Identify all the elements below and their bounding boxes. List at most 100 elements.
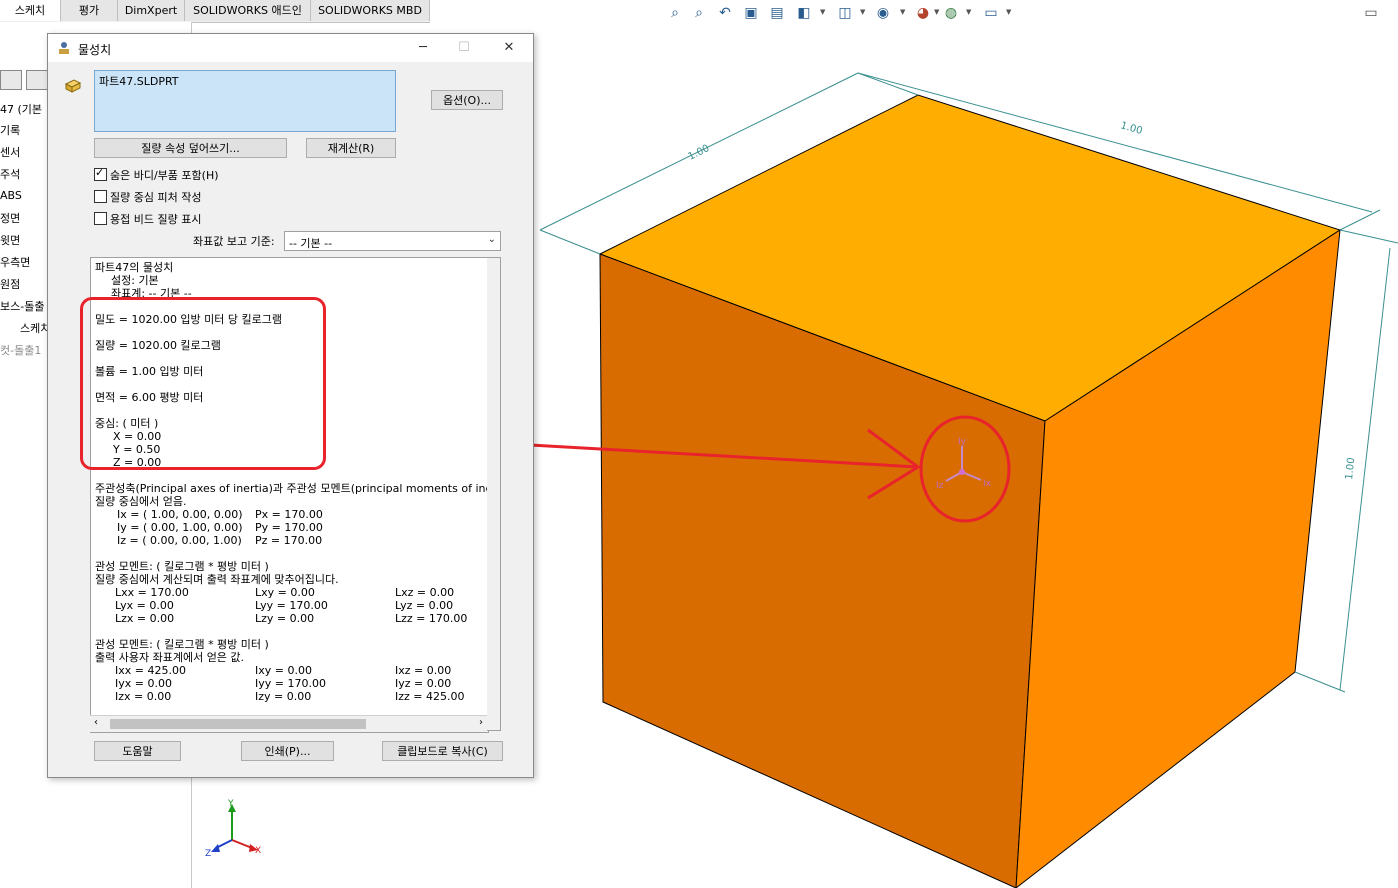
moments2-sub: 출력 사용자 좌표계에서 얻은 값. [95, 651, 245, 664]
dimension-left-label: 1.00 [686, 143, 711, 163]
tree-item-part[interactable]: 47 (기본 [0, 101, 42, 117]
results-config: 설정: 기본 [111, 274, 159, 287]
options-button[interactable]: 옵션(O)... [431, 90, 503, 110]
feature-tree-tab-icon[interactable] [0, 70, 22, 90]
principal-axes-title: 주관성축(Principal axes of inertia)과 주관성 모멘트… [95, 482, 489, 495]
tab-mbd[interactable]: SOLIDWORKS MBD [311, 0, 430, 21]
tree-item-sensors[interactable]: 센서 [0, 144, 20, 160]
zoom-fit-icon[interactable]: ⌕ [666, 4, 684, 22]
tree-item-history[interactable]: 기록 [0, 122, 20, 138]
lzx: Lzx = 0.00 [115, 612, 175, 625]
iyy: Iyy = 170.00 [255, 677, 326, 690]
minimize-icon[interactable]: ─ [410, 38, 436, 58]
chevron-down-icon[interactable]: ▼ [1006, 8, 1011, 16]
show-weld-bead-mass-checkbox[interactable] [94, 212, 107, 225]
view-orientation-icon[interactable]: ◧ [795, 4, 813, 22]
annotation-rectangle [80, 297, 326, 470]
hide-show-icon[interactable]: ◉ [874, 4, 892, 22]
com-axis-z-label: Iz [936, 481, 944, 491]
triad-z-label: Z [205, 849, 211, 859]
tree-item-boss-extrude[interactable]: 보스-돌출 [0, 298, 44, 314]
include-hidden-bodies-label: 숨은 바디/부품 포함(H) [110, 169, 219, 182]
tree-item-origin[interactable]: 원점 [0, 276, 20, 292]
dynamic-annotation-icon[interactable]: ▤ [768, 4, 786, 22]
tree-item-right-plane[interactable]: 우측면 [0, 254, 30, 270]
tab-sketch[interactable]: 스케치 [0, 0, 61, 21]
minimize-viewport-icon[interactable]: ▭ [1362, 4, 1380, 22]
chevron-down-icon[interactable]: ▼ [934, 8, 939, 16]
scroll-left-icon[interactable]: ‹ [94, 717, 98, 728]
lyz: Lyz = 0.00 [395, 599, 454, 612]
izx: Izx = 0.00 [115, 690, 172, 703]
scroll-right-icon[interactable]: › [479, 717, 483, 728]
tab-addins[interactable]: SOLIDWORKS 애드인 [185, 0, 311, 21]
display-style-icon[interactable]: ◫ [836, 4, 854, 22]
command-manager-tabs: 스케치 평가 DimXpert SOLIDWORKS 애드인 SOLIDWORK… [0, 0, 430, 23]
coord-system-select[interactable]: -- 기본 -- ⌄ [284, 231, 501, 251]
com-axis-y-label: Iy [958, 437, 967, 447]
principal-iy: Iy = ( 0.00, 1.00, 0.00) [117, 521, 243, 534]
iyz: Iyz = 0.00 [395, 677, 452, 690]
property-tab-icon[interactable] [26, 70, 48, 90]
tree-item-front-plane[interactable]: 정면 [0, 210, 20, 226]
tree-item-cut-extrude[interactable]: 컷-돌출1 [0, 342, 41, 358]
ixy: Ixy = 0.00 [255, 664, 312, 677]
chevron-down-icon[interactable]: ▼ [900, 8, 905, 16]
previous-view-icon[interactable]: ↶ [716, 4, 734, 22]
tree-item-annotations[interactable]: 주석 [0, 166, 20, 182]
mass-properties-icon [59, 42, 69, 54]
coord-system-label: 좌표값 보고 기준: [193, 235, 275, 248]
apply-scene-icon[interactable]: ◍ [942, 4, 960, 22]
recalculate-button[interactable]: 재계산(R) [306, 138, 396, 158]
principal-iz: Iz = ( 0.00, 0.00, 1.00) [117, 534, 242, 547]
tree-item-sketch[interactable]: 스케치 [20, 320, 50, 336]
izz: Izz = 425.00 [395, 690, 465, 703]
reference-triad: Y Z X [205, 799, 261, 859]
part-icon [64, 79, 82, 93]
iyx: Iyx = 0.00 [115, 677, 172, 690]
chevron-down-icon: ⌄ [487, 234, 496, 245]
selected-items-list[interactable]: 파트47.SLDPRT [94, 70, 396, 132]
scroll-thumb[interactable] [110, 719, 366, 729]
results-vertical-scrollbar[interactable] [487, 257, 501, 731]
principal-px: Px = 170.00 [255, 508, 323, 521]
principal-ix: Ix = ( 1.00, 0.00, 0.00) [117, 508, 243, 521]
lyy: Lyy = 170.00 [255, 599, 328, 612]
help-button[interactable]: 도움말 [94, 741, 181, 761]
moments2-title: 관성 모멘트: ( 킬로그램 * 평방 미터 ) [95, 638, 269, 651]
chevron-down-icon[interactable]: ▼ [820, 8, 825, 16]
copy-to-clipboard-button[interactable]: 클립보드로 복사(C) [382, 741, 503, 761]
print-button[interactable]: 인쇄(P)... [241, 741, 334, 761]
create-com-feature-checkbox[interactable] [94, 190, 107, 203]
ixz: Ixz = 0.00 [395, 664, 452, 677]
panel-tabs [0, 70, 48, 90]
tab-dimxpert[interactable]: DimXpert [118, 0, 185, 21]
lzy: Lzy = 0.00 [255, 612, 315, 625]
ixx: Ixx = 425.00 [115, 664, 186, 677]
section-view-icon[interactable]: ▣ [742, 4, 760, 22]
lxz: Lxz = 0.00 [395, 586, 455, 599]
lyx: Lyx = 0.00 [115, 599, 174, 612]
close-icon[interactable]: ✕ [496, 38, 522, 58]
results-header: 파트47의 물성치 [95, 261, 174, 274]
dialog-title: 물성치 [78, 43, 112, 57]
tree-item-material[interactable]: ABS [0, 189, 22, 202]
chevron-down-icon[interactable]: ▼ [860, 8, 865, 16]
com-axis-x-label: Ix [983, 479, 992, 489]
principal-axes-sub: 질량 중심에서 얻음. [95, 495, 187, 508]
tree-item-top-plane[interactable]: 윗면 [0, 232, 20, 248]
zoom-area-icon[interactable]: ⌕ [690, 4, 708, 22]
results-horizontal-scrollbar[interactable]: ‹ › [90, 715, 487, 732]
override-mass-properties-button[interactable]: 질량 속성 덮어쓰기... [94, 138, 287, 158]
chevron-down-icon[interactable]: ▼ [966, 8, 971, 16]
tab-evaluate[interactable]: 평가 [61, 0, 118, 21]
triad-x-label: X [255, 846, 261, 856]
dialog-titlebar[interactable]: 물성치 ─ ☐ ✕ [48, 34, 533, 62]
moments1-title: 관성 모멘트: ( 킬로그램 * 평방 미터 ) [95, 560, 269, 573]
lxx: Lxx = 170.00 [115, 586, 189, 599]
include-hidden-bodies-checkbox[interactable] [94, 166, 107, 181]
create-com-feature-label: 질량 중심 피처 작성 [110, 191, 202, 204]
coord-system-value: -- 기본 -- [289, 237, 333, 250]
edit-appearance-icon[interactable]: ◕ [914, 4, 932, 22]
view-settings-icon[interactable]: ▭ [982, 4, 1000, 22]
